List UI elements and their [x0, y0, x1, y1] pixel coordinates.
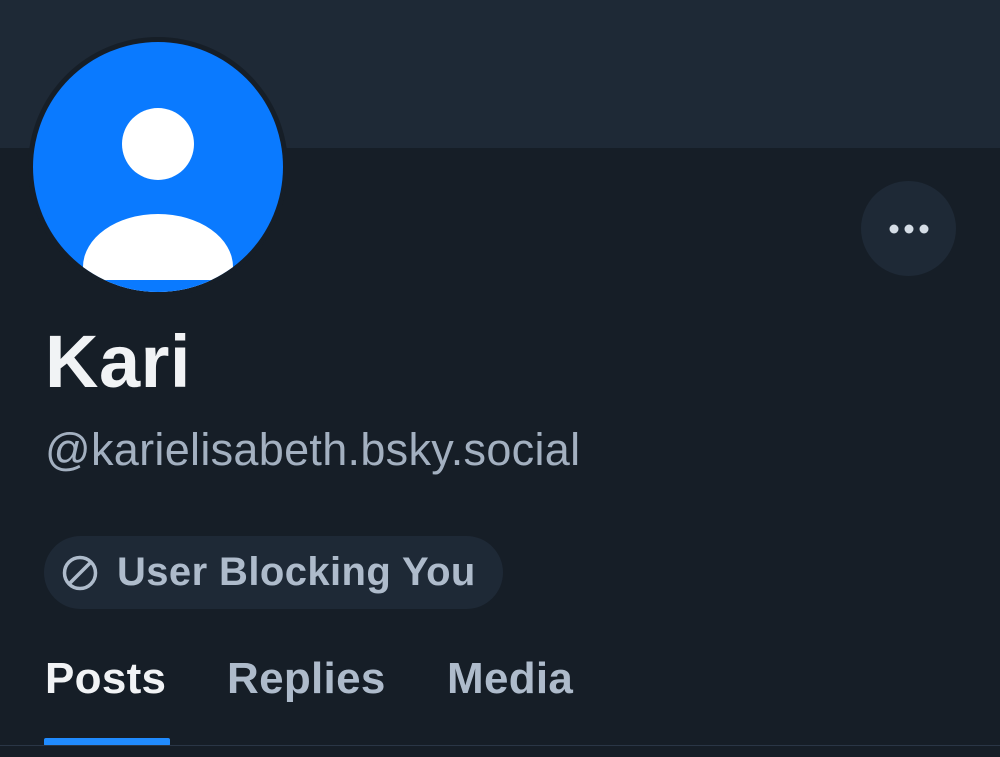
- display-name: Kari: [45, 320, 191, 403]
- default-user-avatar-icon: [33, 42, 283, 292]
- more-options-button[interactable]: [861, 181, 956, 276]
- tabs-divider: [0, 745, 1000, 746]
- blocking-status-label: User Blocking You: [117, 550, 476, 594]
- avatar[interactable]: [28, 37, 288, 297]
- ellipsis-horizontal-icon: [889, 224, 928, 233]
- profile-handle: @karielisabeth.bsky.social: [45, 424, 581, 475]
- tab-replies[interactable]: Replies: [227, 640, 386, 720]
- blocking-status-badge: User Blocking You: [44, 536, 503, 609]
- tab-posts[interactable]: Posts: [45, 640, 166, 720]
- block-circle-slash-icon: [62, 555, 98, 591]
- tab-media[interactable]: Media: [447, 640, 573, 720]
